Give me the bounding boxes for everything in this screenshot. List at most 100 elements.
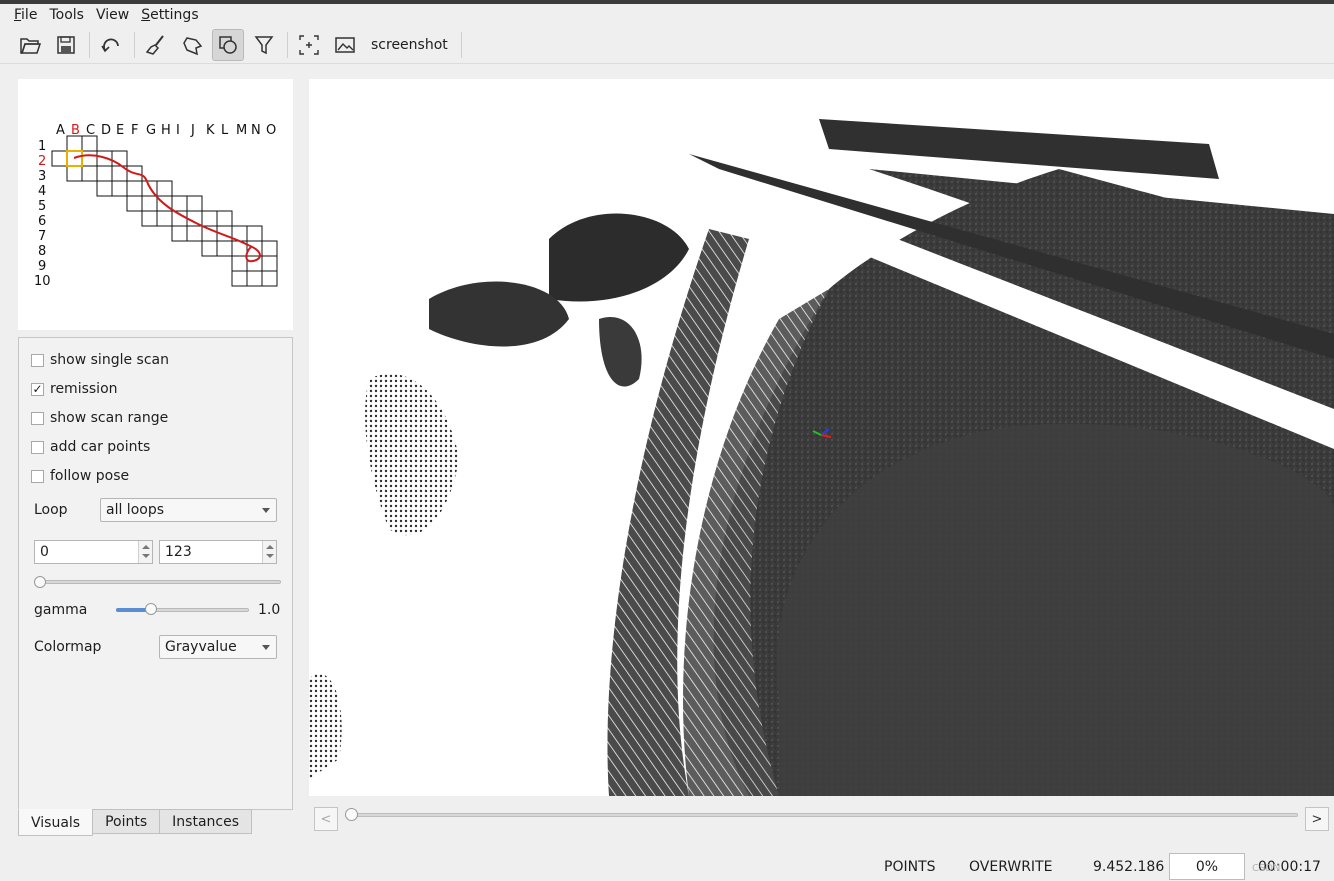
filter-button[interactable]	[248, 29, 280, 61]
grid-tile[interactable]	[66, 165, 83, 182]
checkbox-box[interactable]	[31, 469, 44, 483]
grid-tile[interactable]	[141, 195, 158, 212]
image-icon	[335, 36, 355, 53]
grid-column-label: I	[176, 123, 180, 138]
point-cloud-viewport[interactable]	[309, 79, 1334, 796]
toolbar-separator	[287, 31, 288, 58]
checkbox-box[interactable]	[31, 353, 44, 367]
grid-tile[interactable]	[156, 210, 173, 227]
tile-grid[interactable]: A B C D E F G H I J K L M N O12345678910	[18, 79, 293, 330]
checkbox-box[interactable]: ✓	[31, 382, 44, 396]
range-slider-handle[interactable]	[34, 576, 46, 588]
spin-arrows-icon[interactable]	[138, 541, 152, 563]
filter-icon	[254, 35, 274, 54]
menu-view[interactable]: View	[90, 4, 135, 26]
grid-column-label: M	[236, 123, 247, 138]
grid-tile[interactable]	[171, 225, 188, 242]
cylinder-button[interactable]	[212, 28, 244, 61]
save-icon	[57, 35, 75, 54]
timeline-slider-track[interactable]	[345, 813, 1298, 817]
remission-checkbox[interactable]: ✓ remission	[31, 381, 118, 397]
status-point-count: 9.452.186	[1093, 859, 1165, 875]
panel-tabs: Visuals Points Instances	[18, 809, 252, 836]
brush-button[interactable]	[140, 29, 172, 61]
open-folder-icon	[20, 37, 41, 54]
grid-tile[interactable]	[186, 195, 203, 212]
status-write-mode: OVERWRITE	[969, 859, 1053, 875]
grid-tile[interactable]	[126, 195, 143, 212]
grid-tile[interactable]	[216, 210, 233, 227]
grid-tile[interactable]	[186, 225, 203, 242]
grid-tile[interactable]	[51, 150, 68, 167]
menu-settings[interactable]: Settings	[135, 4, 204, 26]
gamma-slider-handle[interactable]	[145, 603, 158, 615]
grid-tile[interactable]	[156, 180, 173, 197]
loop-select[interactable]: all loops	[100, 498, 277, 522]
center-view-button[interactable]	[293, 29, 325, 61]
grid-tile[interactable]	[96, 165, 113, 182]
gamma-value: 1.0	[258, 602, 281, 618]
vegetation-cluster	[549, 213, 689, 302]
polygon-button[interactable]	[176, 29, 208, 61]
grid-tile[interactable]	[126, 180, 143, 197]
show-single-scan-checkbox[interactable]: show single scan	[31, 352, 169, 368]
crosshair-icon	[299, 34, 319, 55]
range-end-spinbox[interactable]: 123	[159, 540, 277, 564]
range-start-spinbox[interactable]: 0	[34, 540, 153, 564]
vegetation-cluster	[429, 281, 569, 347]
grid-row-label: 9	[38, 259, 46, 274]
cylinder-icon	[219, 35, 237, 54]
grid-tile[interactable]	[216, 240, 233, 257]
undo-button[interactable]	[95, 29, 127, 61]
show-scan-range-checkbox[interactable]: show scan range	[31, 410, 168, 426]
status-mode: POINTS	[884, 859, 936, 875]
tab-visuals[interactable]: Visuals	[18, 809, 94, 836]
grid-tile[interactable]	[231, 270, 248, 287]
add-car-points-checkbox[interactable]: add car points	[31, 439, 150, 455]
grid-tile[interactable]	[201, 210, 218, 227]
grid-tile[interactable]	[201, 240, 218, 257]
grid-column-label: J	[190, 123, 195, 138]
grid-row-label: 8	[38, 244, 46, 259]
checkbox-box[interactable]	[31, 411, 44, 425]
grid-tile[interactable]	[231, 255, 248, 272]
menu-tools[interactable]: Tools	[43, 4, 90, 26]
tab-points[interactable]: Points	[92, 809, 161, 834]
grid-tile[interactable]	[261, 240, 278, 257]
grid-column-label: G	[146, 123, 156, 138]
grid-tile[interactable]	[81, 135, 98, 152]
grid-tile[interactable]	[96, 180, 113, 197]
range-slider-track[interactable]	[34, 580, 281, 584]
grid-tile[interactable]	[141, 210, 158, 227]
grid-column-label: E	[116, 123, 124, 138]
save-button[interactable]	[50, 29, 82, 61]
spin-arrows-icon[interactable]	[262, 541, 276, 563]
grid-column-label: K	[206, 123, 215, 138]
checkbox-box[interactable]	[31, 440, 44, 454]
follow-pose-checkbox[interactable]: follow pose	[31, 468, 129, 484]
screenshot-label[interactable]: screenshot	[371, 37, 448, 53]
grid-tile[interactable]	[261, 255, 278, 272]
grid-tile[interactable]	[111, 180, 128, 197]
menubar: File Tools View Settings	[0, 4, 1334, 26]
grid-column-label: D	[101, 123, 111, 138]
grid-tile[interactable]	[81, 150, 98, 167]
screenshot-button[interactable]	[329, 29, 361, 61]
tab-instances[interactable]: Instances	[159, 809, 252, 834]
point-cloud-render[interactable]	[309, 79, 1334, 796]
colormap-select[interactable]: Grayvalue	[159, 635, 277, 659]
menu-file[interactable]: File	[8, 4, 43, 26]
open-button[interactable]	[14, 29, 46, 61]
grid-tile[interactable]	[246, 270, 263, 287]
next-scan-button[interactable]: >	[1305, 807, 1329, 831]
timeline-slider-handle[interactable]	[345, 808, 358, 821]
grid-tile[interactable]	[66, 135, 83, 152]
grid-tile[interactable]	[246, 225, 263, 242]
grid-tile[interactable]	[81, 165, 98, 182]
vegetation-cluster	[309, 673, 342, 779]
grid-column-label: A	[56, 123, 65, 138]
tile-minimap[interactable]: A B C D E F G H I J K L M N O 1 2 3 4 5 6 7 8 9 10	[18, 79, 293, 330]
grid-tile[interactable]	[261, 270, 278, 287]
prev-scan-button[interactable]: <	[314, 807, 338, 831]
grid-tile[interactable]	[171, 195, 188, 212]
